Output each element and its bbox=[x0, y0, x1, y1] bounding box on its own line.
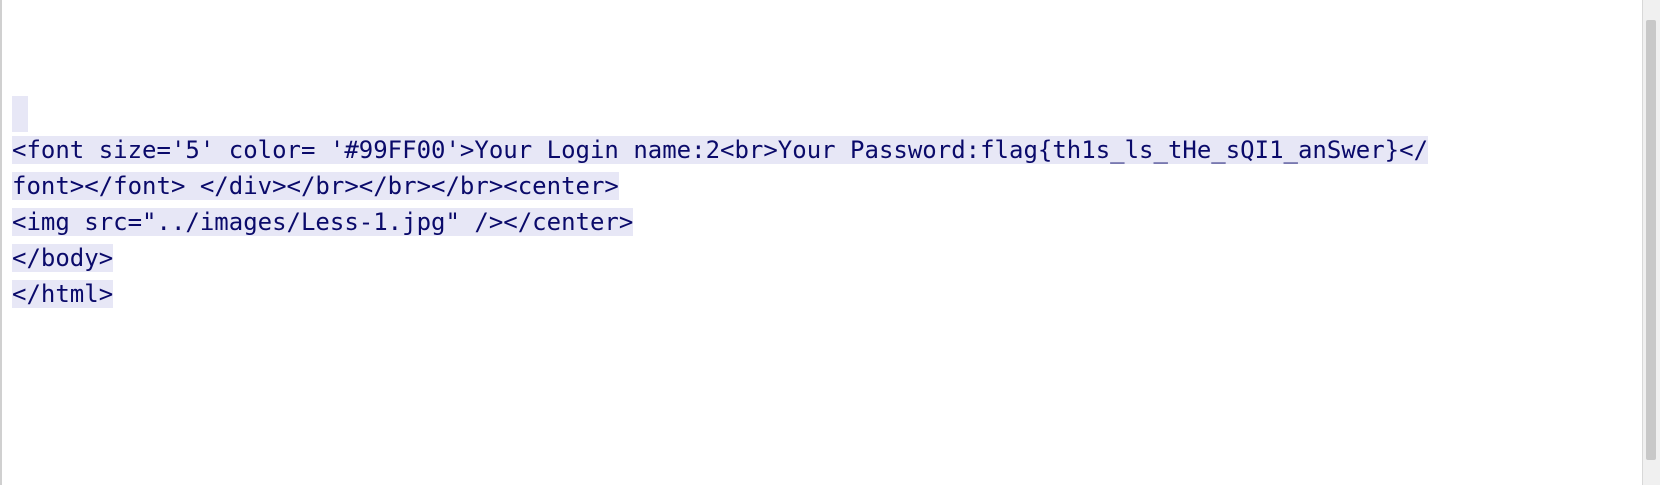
source-code[interactable]: <font size='5' color= '#99FF00'>Your Log… bbox=[12, 96, 1632, 312]
code-line-text: <font size='5' color= '#99FF00'>Your Log… bbox=[12, 136, 1429, 164]
code-line: </html> bbox=[12, 276, 1632, 312]
selection-highlight bbox=[12, 96, 28, 132]
code-line: font></font> </div></br></br></br><cente… bbox=[12, 168, 1632, 204]
code-line: </body> bbox=[12, 240, 1632, 276]
code-line: <font size='5' color= '#99FF00'>Your Log… bbox=[12, 132, 1632, 168]
code-line-text: </body> bbox=[12, 244, 114, 272]
code-line-text: <img src="../images/Less-1.jpg" /></cent… bbox=[12, 208, 634, 236]
code-line-blank bbox=[12, 96, 1632, 132]
code-line-text: </html> bbox=[12, 280, 114, 308]
vertical-scrollbar[interactable] bbox=[1642, 0, 1660, 485]
page-source-view[interactable]: <font size='5' color= '#99FF00'>Your Log… bbox=[0, 0, 1660, 485]
scrollbar-thumb[interactable] bbox=[1646, 20, 1656, 460]
code-line-text: font></font> </div></br></br></br><cente… bbox=[12, 172, 619, 200]
code-line: <img src="../images/Less-1.jpg" /></cent… bbox=[12, 204, 1632, 240]
window-left-border bbox=[0, 0, 2, 485]
